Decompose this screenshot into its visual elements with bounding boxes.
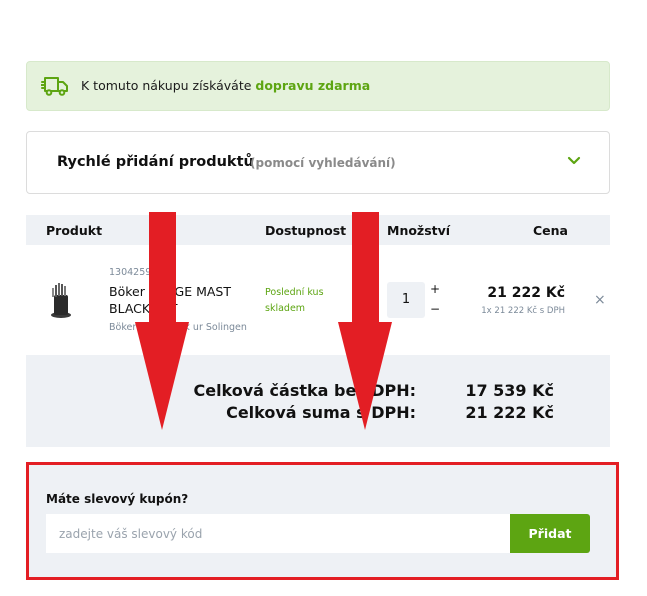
cart-table-header: Produkt Dostupnost Množství Cena <box>26 215 610 245</box>
availability-line2: skladem <box>265 303 306 314</box>
availability-line1: Poslední kus <box>265 287 324 298</box>
free-shipping-text: K tomuto nákupu získáváte dopravu zdarma <box>81 78 370 93</box>
quick-add-subtitle: (pomocí vyhledávání) <box>250 156 396 170</box>
item-price: 21 222 Kč <box>487 285 565 301</box>
coupon-input[interactable] <box>46 514 511 553</box>
free-shipping-banner: K tomuto nákupu získáváte dopravu zdarma <box>26 61 610 111</box>
free-shipping-label: K tomuto nákupu získáváte <box>81 78 256 93</box>
header-product: Produkt <box>46 223 103 238</box>
chevron-down-icon[interactable] <box>567 154 581 168</box>
quick-add-title: Rychlé přidání produktů <box>57 154 254 170</box>
total-with-vat-label: Celková suma s DPH: <box>226 403 416 422</box>
total-without-vat-label: Celková částka bez DPH: <box>193 381 416 400</box>
quick-add-panel[interactable]: Rychlé přidání produktů (pomocí vyhledáv… <box>26 131 610 194</box>
quantity-increase-button[interactable]: + <box>430 282 440 296</box>
header-quantity: Množství <box>387 223 451 238</box>
apply-coupon-button[interactable]: Přidat <box>510 514 590 553</box>
cart-item-row: 1304259 Böker FORGE MAST BLACK SET Böker… <box>26 245 610 355</box>
product-name-line1[interactable]: Böker FORGE MAST <box>109 283 231 300</box>
cart-totals: Celková částka bez DPH: 17 539 Kč Celkov… <box>26 355 610 447</box>
quantity-input[interactable]: 1 <box>387 282 425 318</box>
coupon-section: Máte slevový kupón? Přidat <box>26 462 619 580</box>
quantity-decrease-button[interactable]: − <box>430 302 440 316</box>
truck-icon <box>41 77 68 96</box>
free-shipping-highlight: dopravu zdarma <box>255 78 371 93</box>
item-price-detail: 1x 21 222 Kč s DPH <box>481 306 565 316</box>
header-price: Cena <box>533 223 568 238</box>
total-with-vat-value: 21 222 Kč <box>465 403 554 422</box>
availability-status: Poslední kus skladem <box>265 285 324 317</box>
product-name-link[interactable]: Böker FORGE MAST BLACK SET <box>109 283 231 317</box>
header-availability: Dostupnost <box>265 223 347 238</box>
quantity-value[interactable]: 1 <box>387 292 425 307</box>
coupon-label: Máte slevový kupón? <box>46 492 189 506</box>
product-code: 1304259 <box>109 267 152 278</box>
product-brand: Böker Baumwerk ur Solingen <box>109 322 247 333</box>
product-name-line2[interactable]: BLACK SET <box>109 300 231 317</box>
total-without-vat-value: 17 539 Kč <box>465 381 554 400</box>
product-image[interactable] <box>48 283 74 319</box>
remove-item-button[interactable]: × <box>594 292 606 308</box>
